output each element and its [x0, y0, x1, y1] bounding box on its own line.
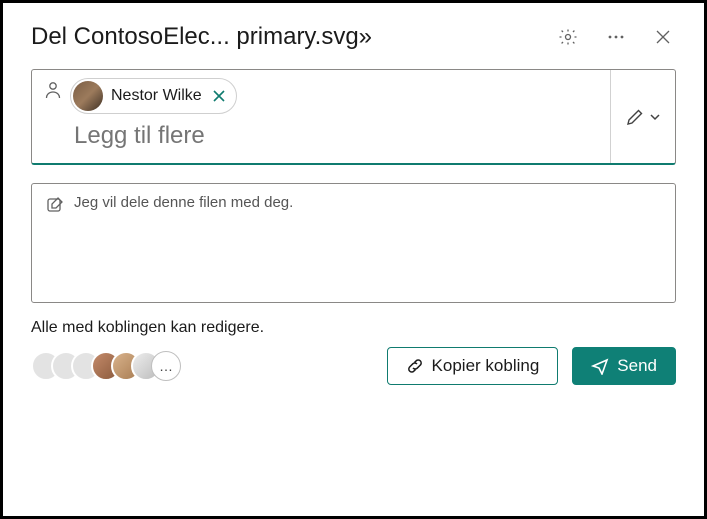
message-input[interactable]	[74, 194, 661, 262]
footer-row: … Kopier kobling Send	[31, 347, 676, 385]
remove-recipient-button[interactable]	[210, 87, 228, 105]
chevron-down-icon	[649, 111, 661, 123]
dialog-header: Del ContosoElec... primary.svg»	[31, 23, 676, 51]
avatar	[73, 81, 103, 111]
recipients-icon-wrap	[32, 70, 70, 163]
recipients-main: Nestor Wilke	[70, 70, 610, 163]
send-icon	[591, 357, 609, 375]
link-icon	[406, 357, 424, 375]
send-label: Send	[617, 356, 657, 376]
close-icon	[212, 89, 226, 103]
header-actions	[554, 23, 676, 51]
more-icon	[606, 27, 626, 47]
settings-button[interactable]	[554, 23, 582, 51]
send-button[interactable]: Send	[572, 347, 676, 385]
close-button[interactable]	[650, 24, 676, 50]
footer-actions: Kopier kobling Send	[387, 347, 676, 385]
more-button[interactable]	[602, 23, 630, 51]
gear-icon	[558, 27, 578, 47]
dialog-footer: Alle med koblingen kan redigere. … Kopie…	[31, 319, 676, 385]
recipient-name: Nestor Wilke	[111, 87, 202, 105]
recipients-field[interactable]: Nestor Wilke	[31, 69, 676, 165]
copy-link-label: Kopier kobling	[432, 356, 540, 376]
compose-icon	[46, 196, 64, 219]
permission-selector[interactable]	[610, 70, 675, 163]
copy-link-button[interactable]: Kopier kobling	[387, 347, 559, 385]
close-icon	[654, 28, 672, 46]
more-people-button[interactable]: …	[151, 351, 181, 381]
pencil-icon	[625, 107, 645, 127]
recipient-chip[interactable]: Nestor Wilke	[70, 78, 237, 114]
dialog-title: Del ContosoElec... primary.svg»	[31, 23, 372, 51]
person-icon	[44, 80, 62, 100]
add-recipient-input[interactable]	[70, 120, 602, 152]
shared-with-facepile[interactable]: …	[31, 351, 181, 381]
message-field[interactable]	[31, 183, 676, 303]
link-permission-label: Alle med koblingen kan redigere.	[31, 319, 676, 337]
